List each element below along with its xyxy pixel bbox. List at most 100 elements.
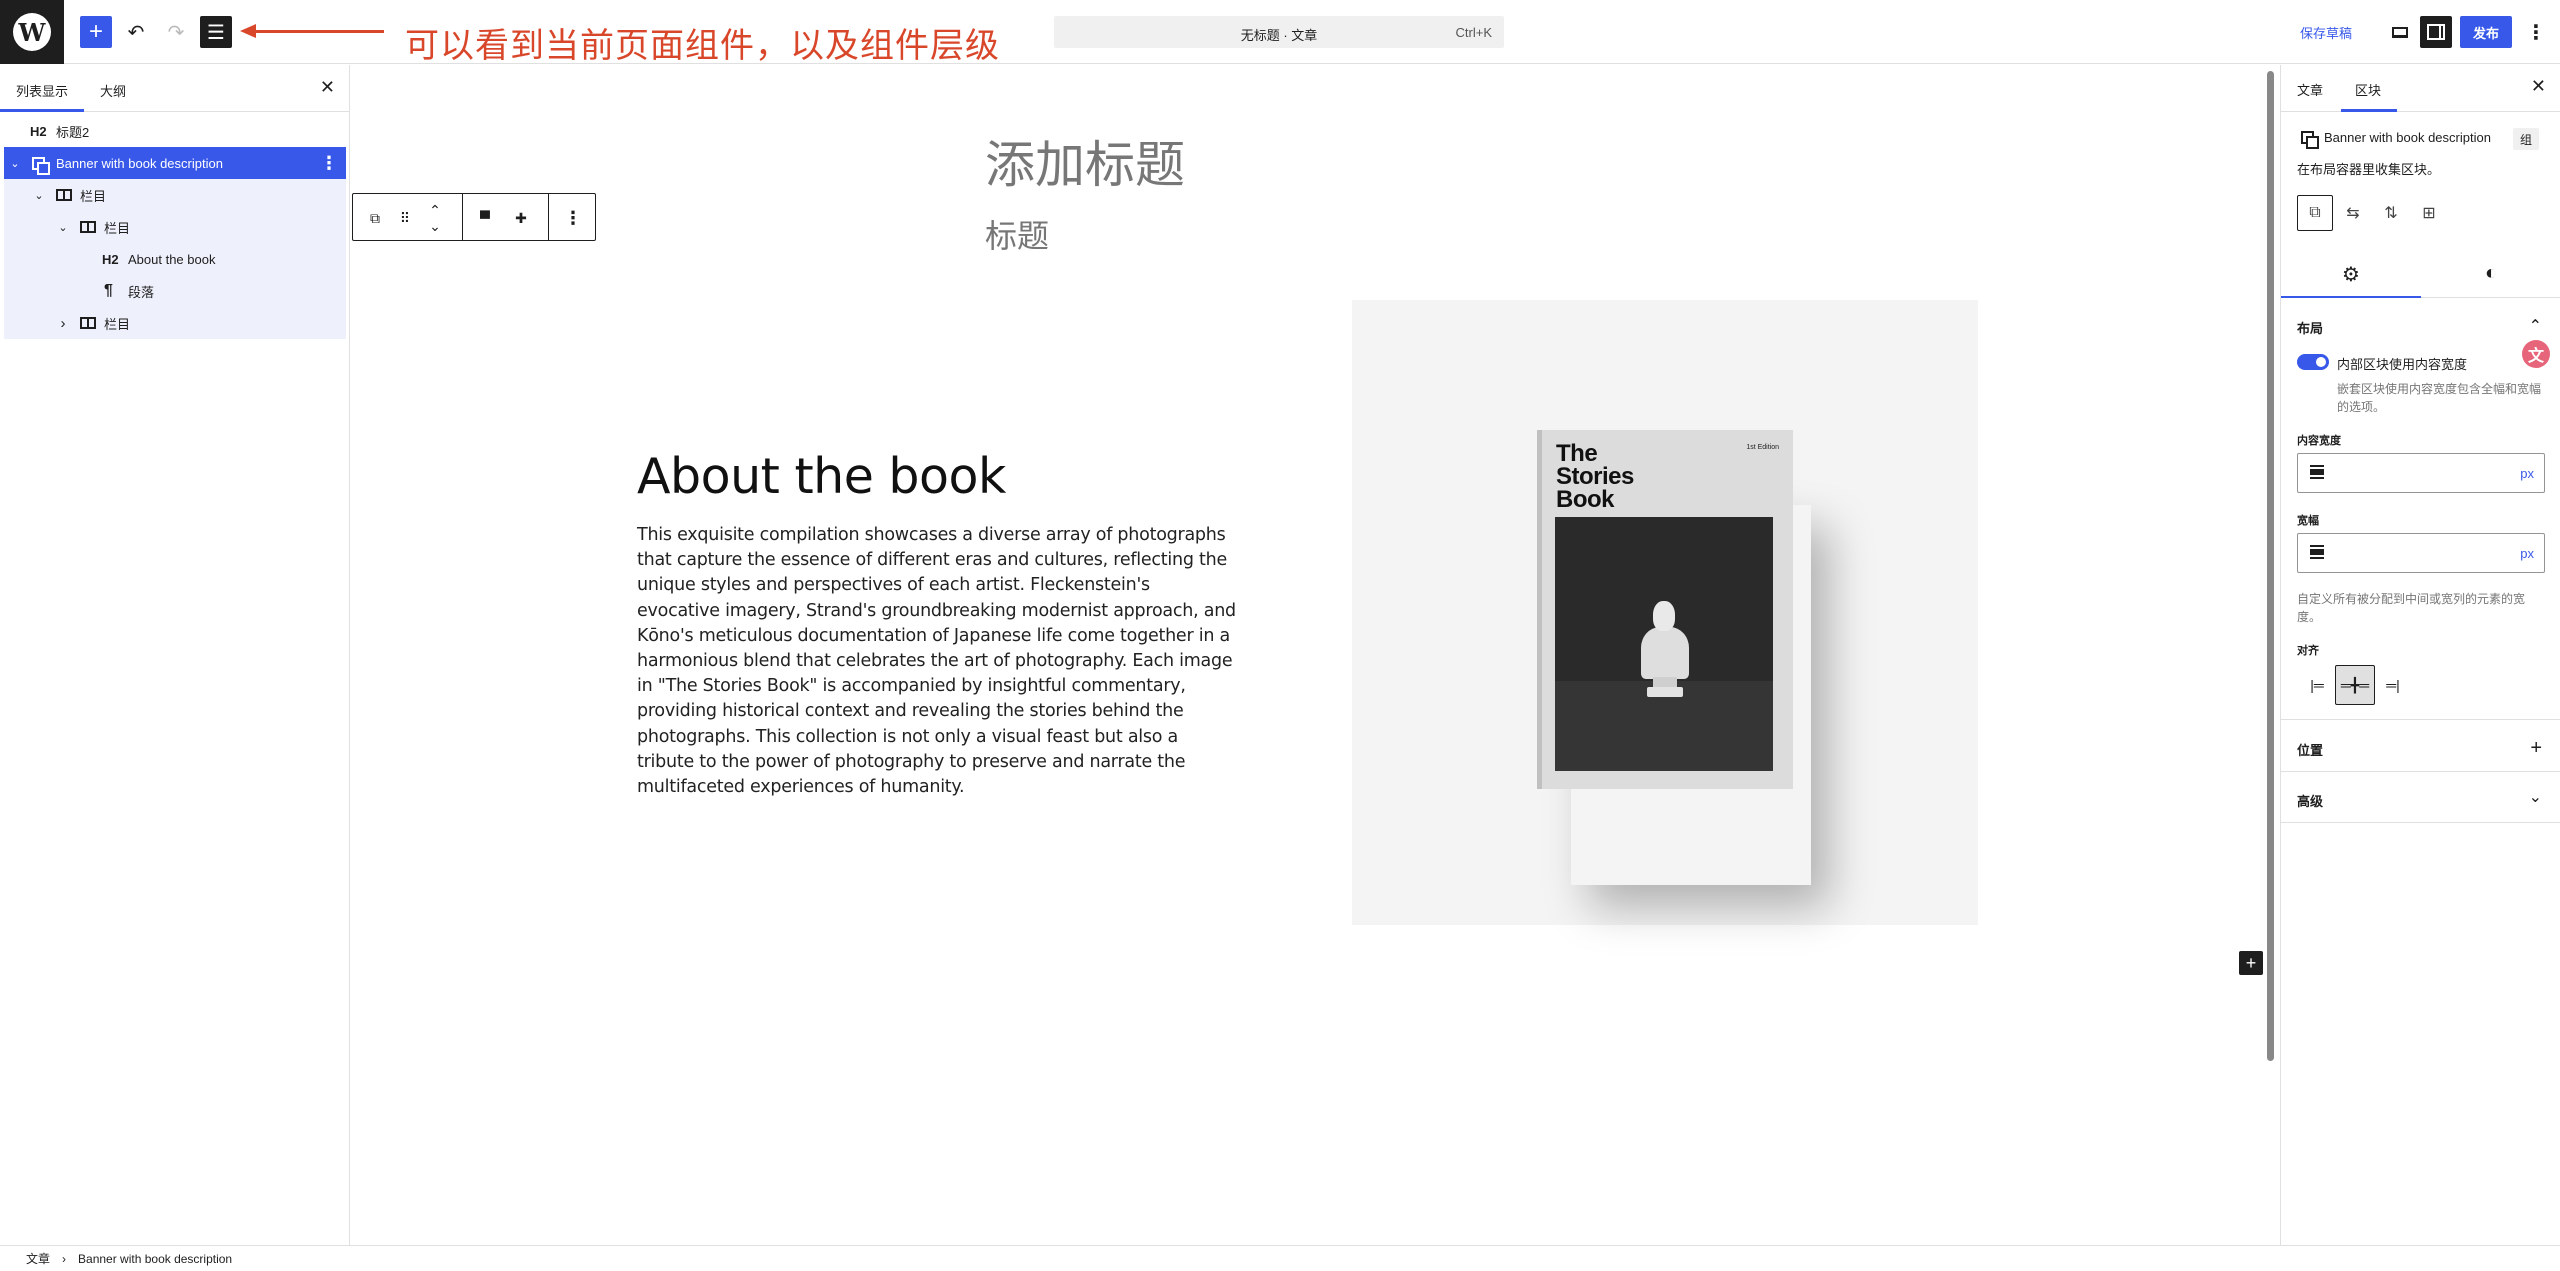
chevron-down-icon[interactable]: ⌄	[2529, 787, 2542, 807]
breadcrumb-root[interactable]: 文章	[26, 1250, 50, 1267]
book-cover-image[interactable]: The Stories Book 1st Edition	[1537, 430, 1793, 789]
section-divider	[2281, 771, 2560, 772]
tab-outline[interactable]: 大纲	[100, 81, 126, 100]
tab-post[interactable]: 文章	[2297, 80, 2323, 99]
breadcrumb-separator-icon: ›	[62, 1251, 67, 1266]
about-heading[interactable]: About the book	[637, 448, 1006, 505]
section-divider	[2281, 822, 2560, 823]
group-icon[interactable]: ⧉	[365, 208, 385, 228]
heading-block[interactable]: 标题	[985, 211, 1049, 257]
list-view-toggle[interactable]: ☰	[200, 16, 232, 48]
tree-item-label: 段落	[128, 284, 155, 300]
block-card-description: 在布局容器里收集区块。	[2297, 162, 2441, 177]
wordpress-logo-button[interactable]: W	[0, 0, 64, 64]
tab-list-view[interactable]: 列表显示	[16, 81, 68, 100]
add-block-button[interactable]: +	[2239, 951, 2263, 975]
position-panel-heading[interactable]: 位置	[2297, 740, 2323, 759]
unit-select[interactable]: px	[2520, 466, 2534, 481]
save-draft-button[interactable]: 保存草稿	[2300, 23, 2352, 42]
tree-item-label: 栏目	[80, 188, 107, 204]
close-icon[interactable]: ✕	[320, 77, 335, 98]
active-tab-indicator	[2341, 109, 2397, 112]
settings-tabs: 文章 区块 ✕	[2281, 65, 2560, 112]
justify-center-icon[interactable]: ═╋═	[2335, 665, 2375, 705]
options-menu-button[interactable]: ⋮	[2520, 16, 2552, 48]
block-options-icon[interactable]: ⋮	[320, 153, 338, 174]
content-width-label: 内容宽度	[2297, 435, 2341, 447]
list-view-panel: 列表显示 大纲 ✕ H2 标题2 ⌄ Banner with book desc…	[0, 65, 350, 1245]
about-paragraph[interactable]: This exquisite compilation showcases a d…	[637, 523, 1237, 800]
chevron-right-icon[interactable]: ›	[56, 315, 70, 332]
tree-item-group-selected[interactable]: ⌄ Banner with book description ⋮	[4, 147, 346, 179]
tree-item-label: About the book	[128, 251, 216, 267]
post-title-input[interactable]: 添加标题	[985, 125, 1185, 197]
variation-stack-icon[interactable]: ⇅	[2373, 195, 2409, 231]
tree-item-column-2[interactable]: › 栏目	[4, 307, 346, 339]
align-full-icon[interactable]: ✚	[511, 208, 531, 228]
settings-toggle[interactable]	[2420, 16, 2452, 48]
tree-item-label: 标题2	[56, 124, 90, 140]
tab-block[interactable]: 区块	[2355, 80, 2381, 99]
advanced-panel-heading[interactable]: 高级	[2297, 791, 2323, 810]
book-title: The Stories Book	[1556, 442, 1634, 512]
breadcrumb-current[interactable]: Banner with book description	[78, 1252, 232, 1266]
translate-icon[interactable]: 文	[2522, 340, 2550, 368]
list-view-tabs: 列表显示 大纲 ✕	[0, 65, 349, 112]
wide-width-input[interactable]: px	[2297, 533, 2545, 573]
annotation-arrow-icon	[240, 24, 256, 38]
block-settings-panel: 文章 区块 ✕ Banner with book description 组 在…	[2280, 65, 2560, 1245]
variation-grid-icon[interactable]: ⊞	[2411, 195, 2447, 231]
active-tab-indicator	[2281, 296, 2421, 298]
bust-photo	[1555, 517, 1773, 771]
tree-item-label: 栏目	[104, 316, 131, 332]
move-down-icon[interactable]: ⌄	[425, 216, 445, 236]
tree-item-label: Banner with book description	[56, 155, 223, 171]
canvas-scrollbar[interactable]	[2267, 71, 2274, 1061]
paragraph-icon: ¶	[104, 282, 113, 299]
chevron-down-icon[interactable]: ⌄	[32, 189, 46, 202]
publish-button[interactable]: 发布	[2460, 16, 2512, 48]
command-palette-button[interactable]: 无标题 · 文章 Ctrl+K	[1054, 16, 1504, 48]
block-breadcrumb: 文章 › Banner with book description	[0, 1245, 2560, 1271]
chevron-down-icon[interactable]: ⌄	[56, 221, 70, 234]
tree-item-paragraph[interactable]: ¶ 段落	[4, 275, 346, 307]
justify-label: 对齐	[2297, 645, 2319, 657]
tree-item-columns[interactable]: ⌄ 栏目	[4, 179, 346, 211]
section-divider	[2281, 719, 2560, 720]
undo-button[interactable]: ↶	[120, 16, 152, 48]
block-badge: 组	[2513, 128, 2539, 150]
annotation-arrow-line	[252, 30, 384, 33]
chevron-up-icon[interactable]: ⌃	[2529, 316, 2542, 336]
settings-tab-gear-icon[interactable]: ⚙	[2281, 262, 2421, 287]
redo-button[interactable]: ↷	[160, 16, 192, 48]
toolbar-divider	[462, 194, 463, 240]
plus-icon[interactable]: +	[2530, 737, 2542, 760]
active-tab-indicator	[0, 109, 84, 112]
book-edition: 1st Edition	[1746, 444, 1779, 451]
block-inserter-toggle[interactable]: +	[80, 16, 112, 48]
drag-handle-icon[interactable]: ⠿	[395, 208, 415, 228]
layout-panel-heading[interactable]: 布局	[2297, 318, 2323, 337]
tree-item-column[interactable]: ⌄ 栏目	[4, 211, 346, 243]
width-help: 自定义所有被分配到中间或宽列的元素的宽度。	[2297, 592, 2526, 624]
content-width-input[interactable]: px	[2297, 453, 2545, 493]
unit-select[interactable]: px	[2520, 546, 2534, 561]
preview-button[interactable]	[2384, 16, 2416, 48]
wide-width-label: 宽幅	[2297, 515, 2319, 527]
toggle-label: 内部区块使用内容宽度	[2337, 357, 2468, 372]
justify-left-icon[interactable]: |═	[2297, 665, 2337, 705]
book-title-line: Stories	[1556, 463, 1634, 490]
tree-item-heading[interactable]: H2 标题2	[4, 115, 346, 147]
variation-row-icon[interactable]: ⇆	[2335, 195, 2371, 231]
tree-item-heading-about[interactable]: H2 About the book	[4, 243, 346, 275]
justify-right-icon[interactable]: ═|	[2373, 665, 2413, 705]
inner-content-width-toggle[interactable]	[2297, 354, 2329, 370]
editor-canvas: 添加标题 标题 ⧉ ⠿ ⌃ ⌄ ▀ ✚ ⋮ About the book Thi…	[351, 65, 2274, 1245]
more-options-icon[interactable]: ⋮	[563, 208, 583, 228]
variation-group-icon[interactable]: ⧉	[2297, 195, 2333, 231]
chevron-down-icon[interactable]: ⌄	[8, 157, 22, 170]
bust-body	[1641, 627, 1689, 679]
align-wide-icon[interactable]: ▀	[475, 208, 495, 228]
styles-tab-contrast-icon[interactable]: ◐	[2421, 262, 2560, 285]
close-icon[interactable]: ✕	[2531, 76, 2546, 97]
